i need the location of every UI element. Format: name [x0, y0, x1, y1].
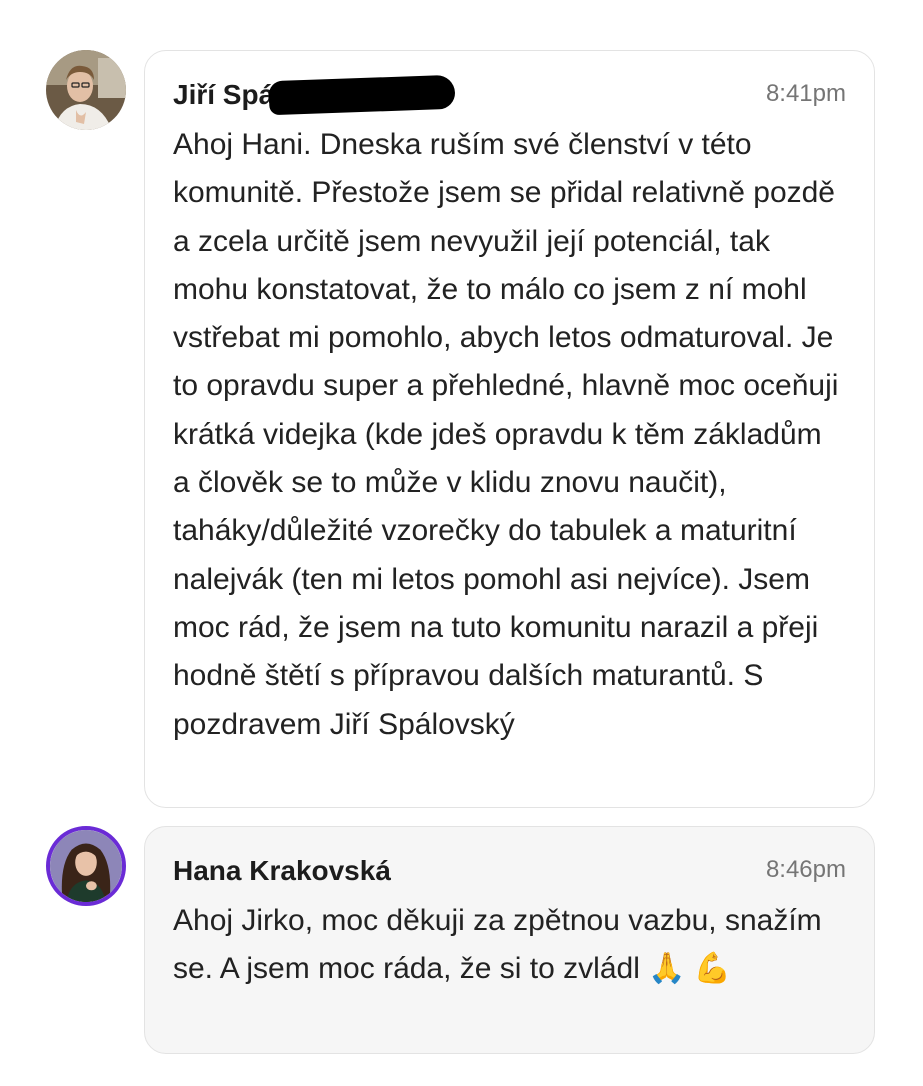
message-text-wrapper: Ahoj Jirko, moc děkuji za zpětnou vazbu,…	[173, 897, 846, 994]
message-bubble: Hana Krakovská 8:46pm Ahoj Jirko, moc dě…	[144, 826, 875, 1054]
author-name[interactable]: Hana Krakovská	[173, 855, 391, 886]
message-text: Ahoj Hani. Dneska ruším své členství v t…	[173, 128, 839, 741]
comment-thread: Jiří Spálovský 8:41pm Ahoj Hani. Dneska …	[0, 0, 923, 1086]
user-photo-icon	[50, 830, 122, 902]
message-header: Hana Krakovská 8:46pm	[173, 853, 846, 889]
message-bubble: Jiří Spálovský 8:41pm Ahoj Hani. Dneska …	[144, 50, 875, 808]
avatar[interactable]	[46, 826, 126, 906]
user-photo-icon	[46, 50, 126, 130]
redaction-mark	[268, 74, 456, 116]
timestamp: 8:41pm	[765, 80, 846, 107]
folded-hands-icon: 🙏	[648, 952, 686, 986]
flexed-biceps-icon: 💪	[693, 952, 732, 986]
message-header: Jiří Spálovský 8:41pm	[173, 74, 846, 116]
avatar[interactable]	[46, 50, 126, 130]
timestamp: 8:46pm	[765, 856, 846, 883]
